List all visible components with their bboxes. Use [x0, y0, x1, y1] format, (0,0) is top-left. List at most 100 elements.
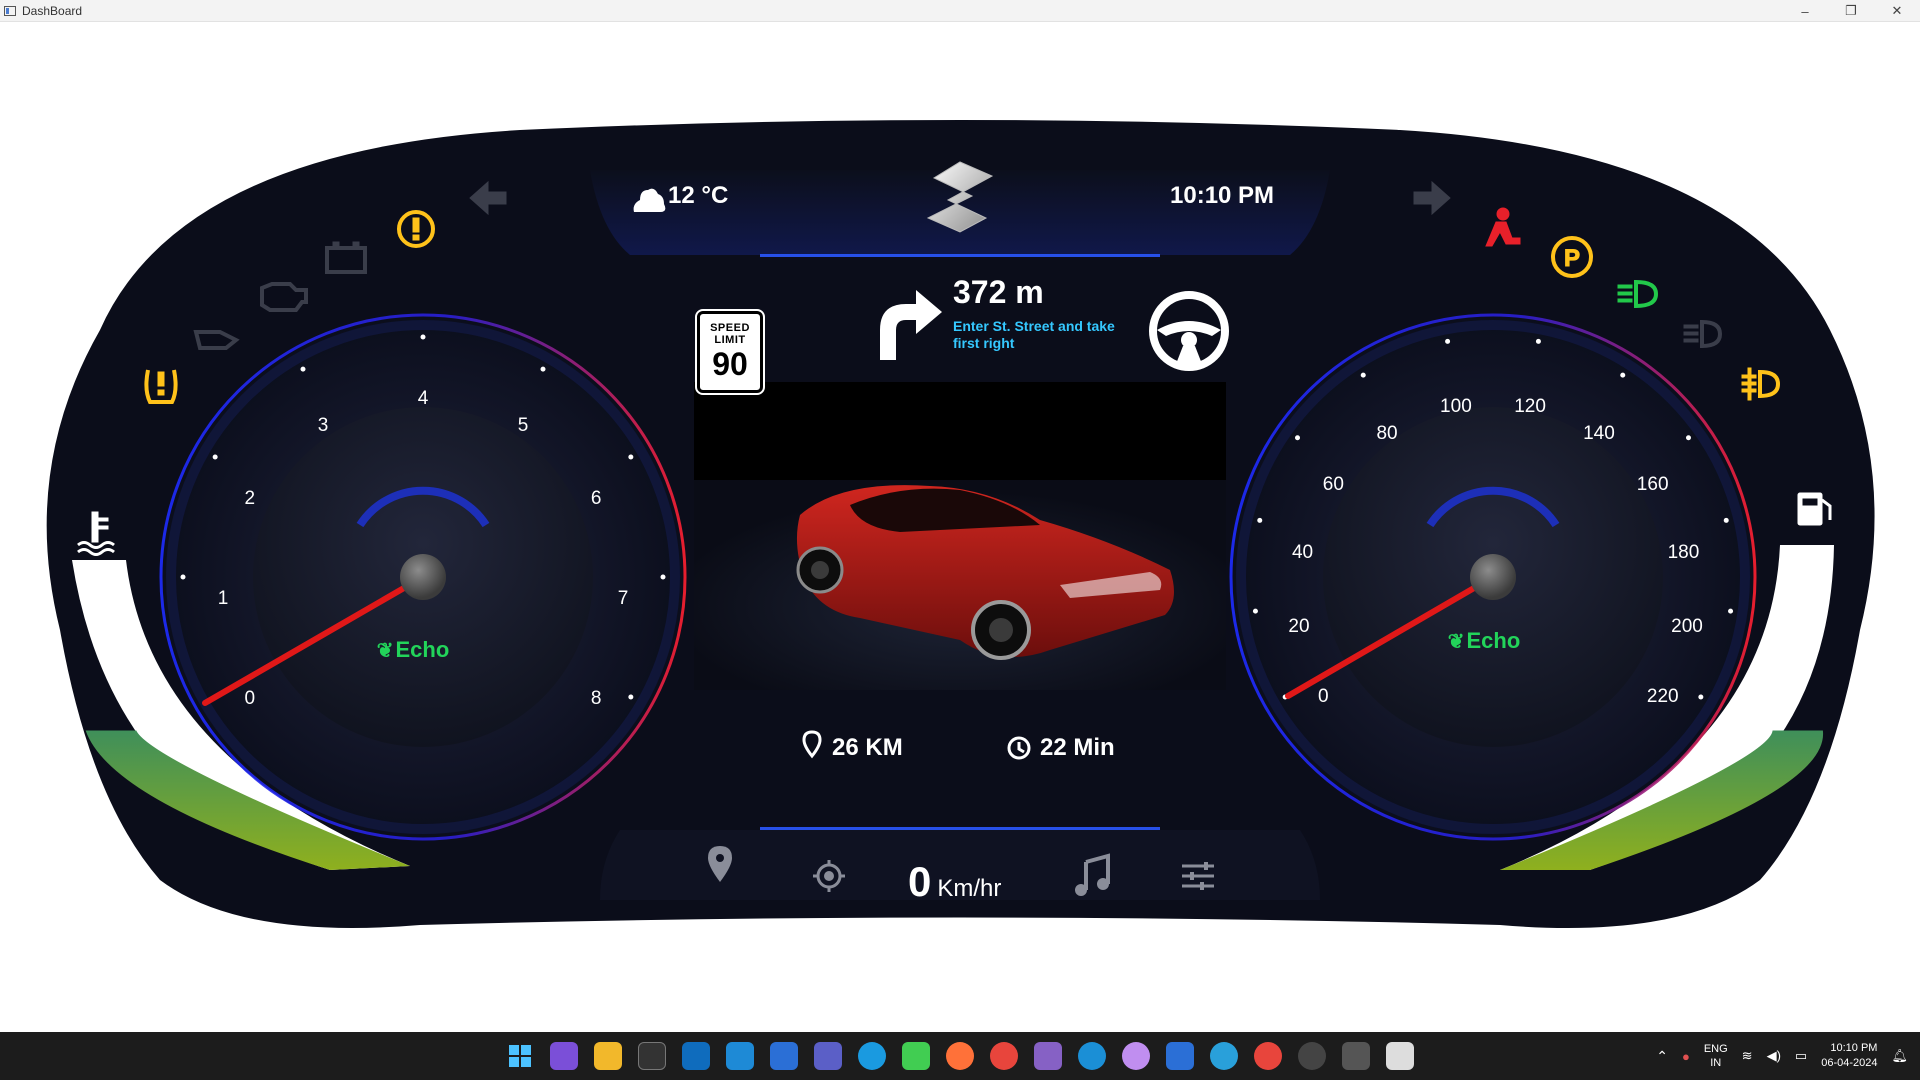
leaf-icon: ❦: [376, 639, 394, 662]
qt-creator-icon[interactable]: [902, 1042, 930, 1070]
taskbar-time: 10:10 PM: [1830, 1042, 1878, 1054]
leaf-icon: ❦: [1447, 630, 1465, 653]
location-button[interactable]: [700, 864, 740, 908]
speed-tick-label: 120: [1514, 395, 1546, 417]
rpm-needle-hub: [400, 554, 446, 600]
speed-tick-dot: [1685, 435, 1691, 441]
app-window-icon-3[interactable]: [1342, 1042, 1370, 1070]
chrome-icon[interactable]: [990, 1042, 1018, 1070]
speed-limit-label: SPEED LIMIT: [710, 322, 750, 346]
rpm-mode-echo: ❦ Echo: [377, 637, 450, 663]
app-window-icon[interactable]: [770, 1042, 798, 1070]
nav-distance: 372 m: [953, 274, 1044, 310]
teams-icon[interactable]: [814, 1042, 842, 1070]
speed-tick-dot: [1445, 338, 1451, 344]
language-indicator[interactable]: ENG IN: [1704, 1042, 1728, 1070]
rpm-tick-dot: [628, 454, 634, 460]
firefox-icon[interactable]: [946, 1042, 974, 1070]
rpm-tick-dot: [628, 694, 634, 700]
rpm-tick-label: 3: [317, 414, 329, 436]
chrome-icon-2[interactable]: [1254, 1042, 1282, 1070]
speed-limit-sign: SPEED LIMIT 90: [695, 309, 765, 395]
svg-text:P: P: [1564, 245, 1580, 272]
speed-tick-label: 60: [1322, 474, 1344, 496]
copilot-icon[interactable]: [550, 1042, 578, 1070]
region-code: IN: [1710, 1057, 1722, 1069]
obs-icon[interactable]: [1298, 1042, 1326, 1070]
close-button[interactable]: ✕: [1874, 0, 1920, 22]
speed-gauge: [1229, 313, 1757, 841]
settings-button[interactable]: [1176, 878, 1220, 918]
car-view: [694, 382, 1226, 690]
rpm-tick-label: 0: [244, 688, 256, 709]
speed-tick-label: 180: [1667, 541, 1700, 563]
rpm-tick-label: 6: [590, 488, 602, 509]
app-window-icon-2[interactable]: [1166, 1042, 1194, 1070]
notification-bell-icon[interactable]: 🔔︎: [1891, 1048, 1908, 1064]
speed-mode-echo: ❦ Echo: [1448, 628, 1521, 654]
window-title: DashBoard: [22, 3, 83, 18]
temperature-readout: 12 °C: [632, 182, 728, 210]
rpm-tick-label: 4: [417, 388, 429, 409]
speed-tick-label: 200: [1671, 615, 1703, 637]
speed-tick-label: 40: [1291, 541, 1314, 563]
gps-button[interactable]: [808, 876, 850, 920]
vscode-icon[interactable]: [726, 1042, 754, 1070]
restore-button[interactable]: ❐: [1828, 0, 1874, 22]
speed-needle-hub: [1470, 554, 1516, 600]
speed-tick-dot: [1620, 372, 1626, 378]
file-explorer-icon[interactable]: [594, 1042, 622, 1070]
speed-tick-label: 0: [1317, 686, 1329, 707]
outlook-icon[interactable]: [682, 1042, 710, 1070]
app-icon: [4, 5, 16, 16]
dashboard-app-icon[interactable]: [1386, 1042, 1414, 1070]
battery-status-icon[interactable]: ▭: [1795, 1048, 1807, 1064]
telegram-icon[interactable]: [1210, 1042, 1238, 1070]
wifi-icon[interactable]: ≋: [1742, 1048, 1753, 1064]
speed-tick-dot: [1535, 338, 1541, 344]
microphone-icon[interactable]: ●: [1682, 1049, 1690, 1064]
speed-tick-label: 100: [1440, 395, 1472, 417]
rpm-tick-dot: [300, 366, 306, 372]
speed-mode-label: Echo: [1466, 628, 1521, 653]
taskbar: ⌃ ● ENG IN ≋ ◀) ▭ 10:10 PM 06-04-2024 🔔︎: [0, 1032, 1920, 1080]
rpm-tick-label: 2: [244, 488, 256, 509]
speed-limit-value: 90: [712, 346, 748, 382]
edge-beta-icon[interactable]: [1078, 1042, 1106, 1070]
photos-icon[interactable]: [1122, 1042, 1150, 1070]
trip-distance-value: 26 KM: [832, 734, 903, 761]
speed-tick-dot: [1728, 608, 1734, 614]
trip-duration: 22 Min: [1008, 734, 1115, 762]
speed-tick-dot: [1257, 517, 1263, 523]
terminal-icon[interactable]: [638, 1042, 666, 1070]
rpm-tick-dot: [180, 574, 186, 580]
instrument-cluster: P 12 °C 10:10 PM SPEED LIMIT 90 372 m En…: [0, 22, 1920, 1032]
speed-tick-dot: [1698, 694, 1704, 700]
speed-tick-label: 160: [1636, 474, 1669, 496]
edge-icon[interactable]: [858, 1042, 886, 1070]
volume-icon[interactable]: ◀): [1767, 1048, 1781, 1064]
rpm-tick-dot: [540, 366, 546, 372]
chevron-up-icon[interactable]: ⌃: [1656, 1048, 1668, 1065]
music-button[interactable]: [1072, 872, 1116, 918]
trip-duration-value: 22 Min: [1040, 734, 1115, 761]
minimize-button[interactable]: –: [1782, 0, 1828, 22]
speed-tick-label: 140: [1583, 423, 1615, 445]
start-button[interactable]: [506, 1042, 534, 1070]
rpm-tick-label: 1: [217, 588, 229, 609]
nav-instruction: Enter St. Street and take first right: [953, 318, 1115, 351]
speed-tick-dot: [1252, 608, 1258, 614]
speed-tick-label: 20: [1288, 615, 1310, 637]
window-titlebar: DashBoard – ❐ ✕: [0, 0, 1920, 22]
rpm-tick-dot: [420, 334, 426, 340]
rpm-mode-label: Echo: [395, 637, 450, 662]
speed-tick-label: 220: [1646, 686, 1679, 707]
taskbar-clock[interactable]: 10:10 PM 06-04-2024: [1821, 1041, 1877, 1071]
rpm-tick-label: 7: [617, 588, 629, 609]
speed-value: 0: [908, 858, 932, 905]
clock-readout: 10:10 PM: [1170, 182, 1275, 209]
rpm-tick-label: 8: [590, 688, 602, 709]
visual-studio-icon[interactable]: [1034, 1042, 1062, 1070]
rpm-tick-label: 5: [517, 414, 529, 436]
speed-tick-dot: [1723, 517, 1729, 523]
